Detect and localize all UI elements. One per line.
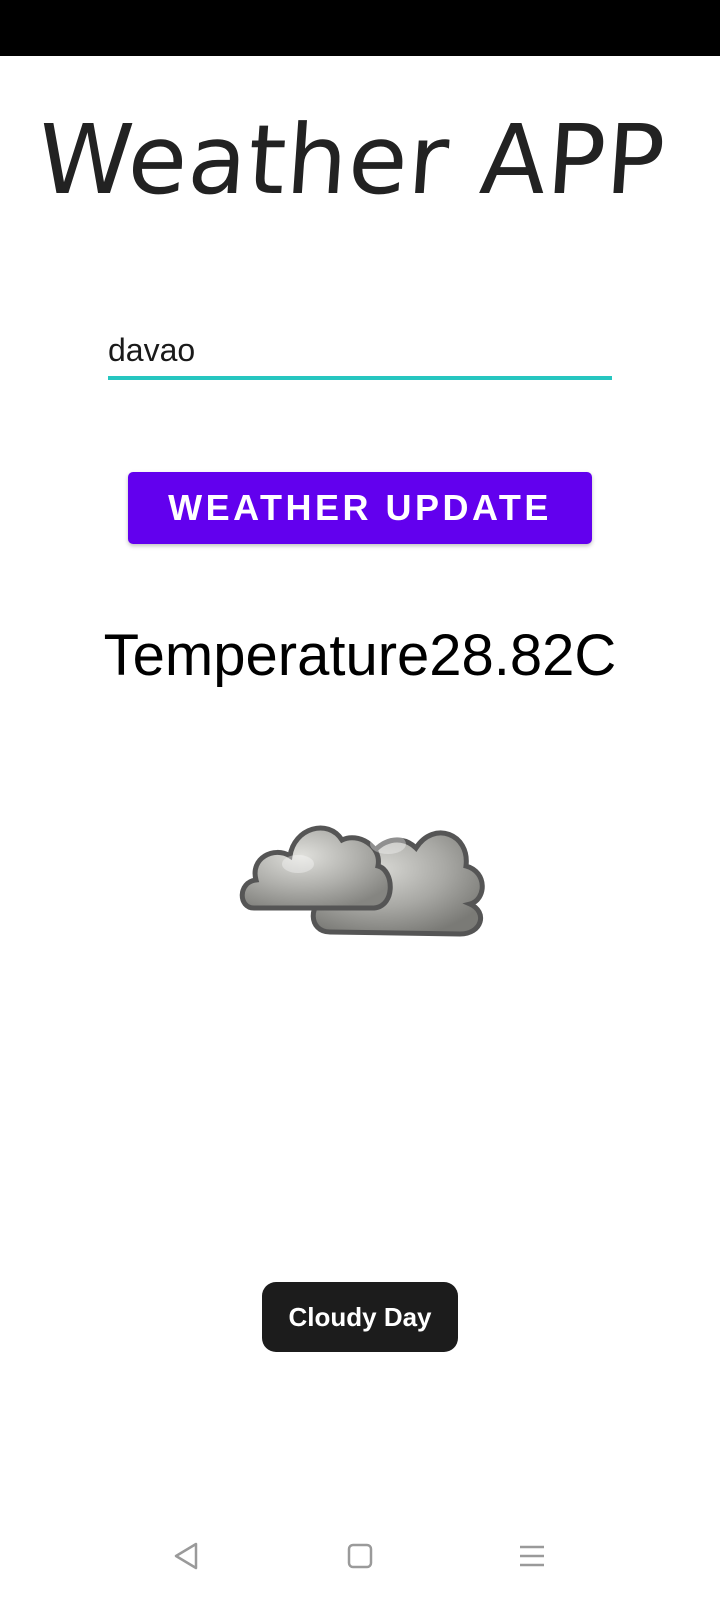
temperature-text: Temperature28.82C <box>103 623 617 688</box>
home-square-icon[interactable] <box>336 1532 384 1580</box>
menu-lines-icon[interactable] <box>508 1532 556 1580</box>
cloudy-icon <box>238 774 488 964</box>
weather-update-button[interactable]: WEATHER UPDATE <box>128 472 592 544</box>
app-screen: Weather APP WEATHER UPDATE Temperature28… <box>0 0 720 1600</box>
status-bar <box>0 0 720 56</box>
app-title: Weather APP <box>34 104 670 216</box>
back-triangle-icon[interactable] <box>162 1532 210 1580</box>
city-input[interactable] <box>108 324 612 380</box>
toast-message: Cloudy Day <box>262 1282 458 1352</box>
system-navigation-bar <box>0 1512 720 1600</box>
